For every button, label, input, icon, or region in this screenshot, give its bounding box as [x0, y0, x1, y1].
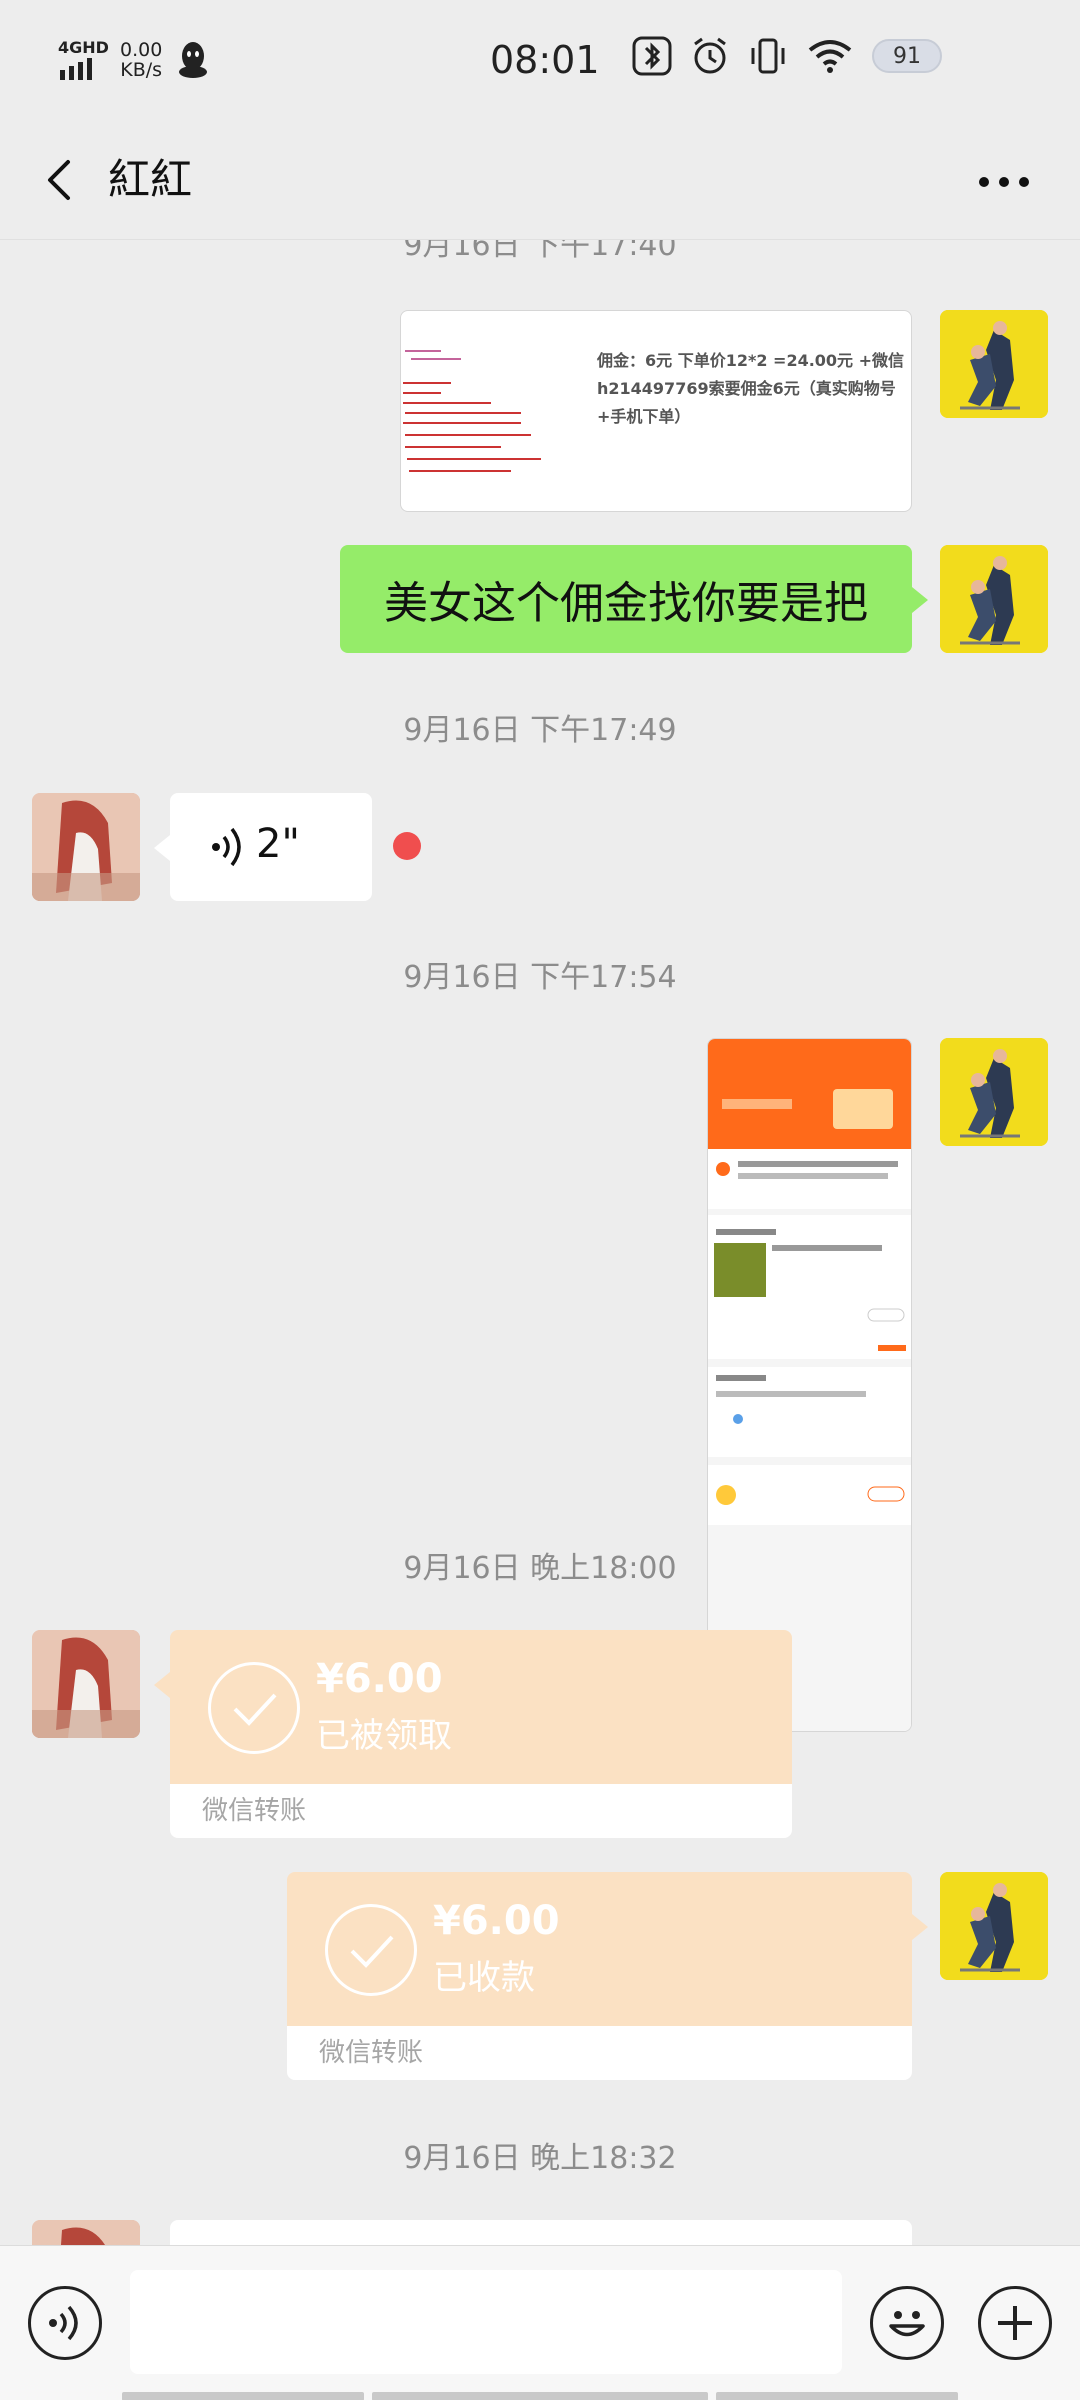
image-message-commission[interactable]: 佣金：6元 下单价12*2 =24.00元 +微信 h214497769索要佣金…	[400, 310, 912, 512]
timestamp: 9月16日 下午17:40	[403, 240, 677, 263]
my-avatar[interactable]	[940, 545, 1048, 653]
input-bar	[0, 2245, 1080, 2400]
plus-icon	[998, 2306, 1032, 2340]
avatar-image	[32, 793, 140, 901]
voice-wave-icon	[212, 827, 241, 867]
nav-gesture-bar	[122, 2392, 364, 2400]
bluetooth-icon	[632, 36, 672, 76]
chat-title: 紅紅	[108, 155, 193, 204]
more-dots-icon	[979, 177, 1029, 187]
handwriting-image	[403, 350, 541, 472]
message-input[interactable]	[130, 2270, 842, 2374]
timestamp: 9月16日 晚上18:32	[403, 2141, 677, 2176]
emoji-icon	[889, 2311, 925, 2337]
network-type: 4GHD	[58, 38, 109, 57]
image-message-order[interactable]	[707, 1038, 912, 1732]
transfer-amount: ¥6.00	[316, 1656, 443, 1702]
vibrate-icon	[751, 38, 785, 74]
avatar-image	[940, 310, 1048, 418]
order-screenshot-image	[708, 1039, 911, 1731]
battery-indicator: 91	[872, 39, 942, 73]
contact-avatar[interactable]	[32, 793, 140, 901]
transfer-card-received[interactable]: ¥6.00 已被领取 微信转账	[154, 1630, 792, 1838]
wifi-icon	[808, 40, 852, 73]
my-avatar[interactable]	[940, 1872, 1048, 1980]
check-circle-icon	[325, 1904, 417, 1996]
emoji-button[interactable]	[870, 2286, 944, 2360]
speed-value: 0.00	[120, 39, 163, 61]
nav-gesture-bar	[372, 2392, 708, 2400]
contact-avatar[interactable]	[32, 1630, 140, 1738]
back-button[interactable]	[28, 148, 92, 212]
transfer-label: 微信转账	[287, 2026, 912, 2080]
timestamp: 9月16日 下午17:49	[403, 713, 677, 748]
cellular-signal-icon: 4GHD	[58, 38, 109, 82]
transfer-card-sent[interactable]: ¥6.00 已收款 微信转账	[287, 1872, 928, 2080]
transfer-label: 微信转账	[170, 1784, 792, 1838]
voice-input-button[interactable]	[28, 2286, 102, 2360]
voice-icon	[49, 2305, 78, 2341]
avatar-image	[940, 1038, 1048, 1146]
network-speed: 0.00 KB/s	[120, 40, 162, 80]
chat-area[interactable]: 9月16日 下午17:40 佣金：6元 下单价12*2 =24.00元 +微信 …	[0, 240, 1080, 2245]
timestamp: 9月16日 晚上18:00	[403, 1551, 677, 1586]
more-button[interactable]	[966, 148, 1046, 212]
avatar-image	[32, 1630, 140, 1738]
transfer-status: 已被领取	[316, 1716, 452, 1756]
timestamp: 9月16日 下午17:54	[403, 960, 677, 995]
clock: 08:01	[490, 38, 600, 82]
transfer-amount: ¥6.00	[433, 1898, 560, 1944]
avatar-image	[940, 545, 1048, 653]
voice-message-bubble[interactable]: 2"	[154, 793, 372, 901]
speed-unit: KB/s	[120, 59, 163, 81]
status-bar: 4GHD 0.00 KB/s 08:01 91	[0, 0, 1080, 120]
more-actions-button[interactable]	[978, 2286, 1052, 2360]
avatar-image	[940, 1872, 1048, 1980]
alarm-icon	[694, 37, 726, 74]
my-avatar[interactable]	[940, 1038, 1048, 1146]
contact-avatar[interactable]	[32, 2220, 140, 2245]
message-bubble-partial[interactable]	[170, 2220, 912, 2245]
avatar-image	[32, 2220, 140, 2245]
voice-duration: 2"	[256, 821, 300, 867]
chat-header: 紅紅	[0, 120, 1080, 240]
chevron-left-icon	[48, 160, 70, 200]
check-circle-icon	[208, 1662, 300, 1754]
image-caption: 佣金：6元 下单价12*2 =24.00元 +微信 h214497769索要佣金…	[597, 351, 905, 426]
unread-voice-dot	[393, 832, 421, 860]
transfer-status: 已收款	[433, 1958, 535, 1998]
nav-gesture-bar	[716, 2392, 958, 2400]
my-avatar[interactable]	[940, 310, 1048, 418]
message-text: 美女这个佣金找你要是把	[384, 578, 868, 629]
text-message-bubble[interactable]: 美女这个佣金找你要是把	[340, 545, 928, 653]
qq-icon	[179, 42, 208, 78]
